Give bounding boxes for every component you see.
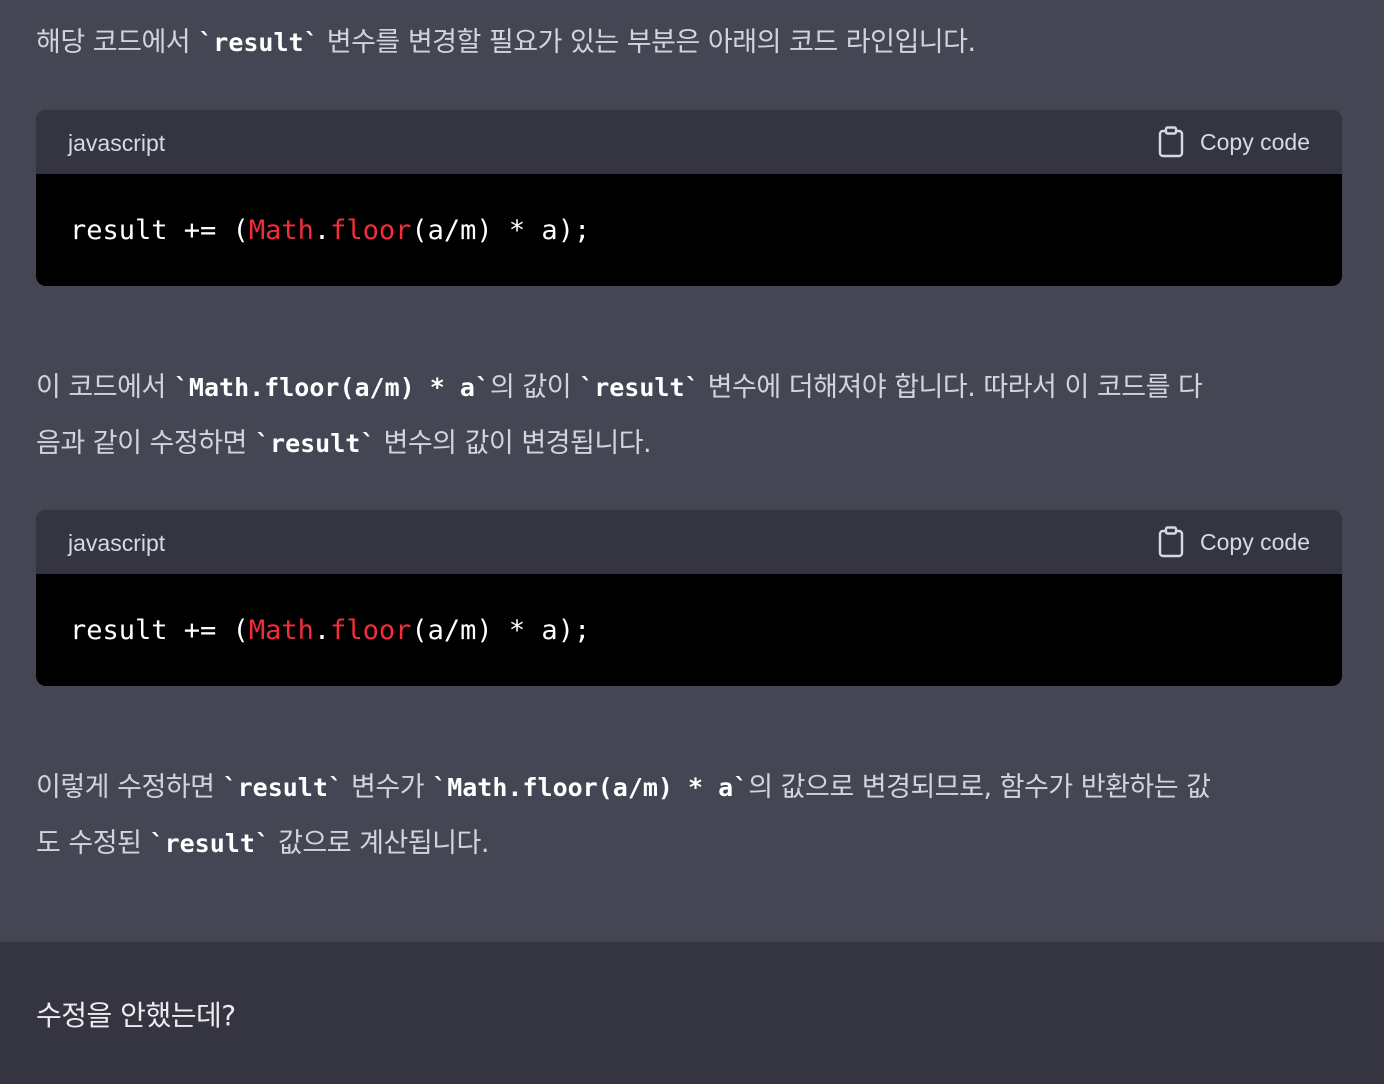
clipboard-icon [1158,126,1184,158]
text-span: 해당 코드에서 [36,27,199,58]
intro-paragraph: 해당 코드에서 `result` 변수를 변경할 필요가 있는 부분은 아래의 … [36,15,1348,71]
text-span: 음과 같이 수정하면 [36,428,255,459]
copy-code-label: Copy code [1200,528,1310,555]
text-line: 이렇게 수정하면 `result` 변수가 `Math.floor(a/m) *… [36,760,1348,816]
assistant-message: 해당 코드에서 `result` 변수를 변경할 필요가 있는 부분은 아래의 … [0,0,1384,942]
user-message-text: 수정을 안했는데? [36,999,236,1032]
code-block-1: javascript Copy code result += (Math.flo… [36,110,1342,286]
text-span: 변수에 더해져야 합니다. 따라서 이 코드를 다 [699,372,1203,403]
text-line: 도 수정된 `result` 값으로 계산됩니다. [36,816,1348,872]
code-language-label: javascript [68,530,166,556]
explanation-paragraph: 이 코드에서 `Math.floor(a/m) * a`의 값이 `result… [36,360,1348,472]
code-block-header: javascript Copy code [36,110,1342,174]
code-block-2: javascript Copy code result += (Math.flo… [36,510,1342,686]
code-block-header: javascript Copy code [36,510,1342,574]
text-span: 값으로 계산됩니다. [269,828,489,859]
text-span: 이 코드에서 [36,372,174,403]
inline-code: `result` [198,28,319,57]
code-token-class: Math [248,615,314,646]
copy-code-label: Copy code [1200,128,1310,155]
code-token: result += ( [70,615,249,646]
text-span: 의 값으로 변경되므로, 함수가 반환하는 값 [748,772,1211,803]
clipboard-icon [1158,526,1184,558]
inline-code: `result` [579,373,700,402]
code-token: (a/m) * a); [411,215,591,246]
inline-code: `result` [254,429,376,458]
code-token-function: floor [330,615,412,646]
inline-code: `Math.floor(a/m) * a` [173,373,490,402]
conclusion-paragraph: 이렇게 수정하면 `result` 변수가 `Math.floor(a/m) *… [36,760,1348,872]
text-span: 변수가 [342,772,433,803]
code-line: result += (Math.floor(a/m) * a); [70,174,590,286]
code-token-function: floor [330,215,412,246]
code-line: result += (Math.floor(a/m) * a); [70,574,590,686]
text-span: 의 값이 [489,372,580,403]
inline-code: `result` [222,773,343,802]
code-token: . [313,615,331,646]
text-line: 해당 코드에서 `result` 변수를 변경할 필요가 있는 부분은 아래의 … [36,15,1348,71]
text-span: 변수의 값이 변경됩니다. [375,428,652,459]
copy-code-button[interactable]: Copy code [1158,510,1310,574]
code-token: (a/m) * a); [411,615,591,646]
inline-code: `Math.floor(a/m) * a` [432,773,749,802]
text-span: 변수를 변경할 필요가 있는 부분은 아래의 코드 라인입니다. [318,27,976,58]
code-language-label: javascript [68,130,166,156]
code-token: . [313,215,331,246]
text-line: 음과 같이 수정하면 `result` 변수의 값이 변경됩니다. [36,416,1348,472]
code-token: result += ( [70,215,249,246]
code-token-class: Math [248,215,314,246]
text-span: 이렇게 수정하면 [36,772,223,803]
copy-code-button[interactable]: Copy code [1158,110,1310,174]
text-line: 이 코드에서 `Math.floor(a/m) * a`의 값이 `result… [36,360,1348,416]
code-block-body: result += (Math.floor(a/m) * a); [36,174,1342,286]
user-message: 수정을 안했는데? [0,942,1384,1084]
code-block-body: result += (Math.floor(a/m) * a); [36,574,1342,686]
text-span: 도 수정된 [36,828,150,859]
inline-code: `result` [149,829,270,858]
